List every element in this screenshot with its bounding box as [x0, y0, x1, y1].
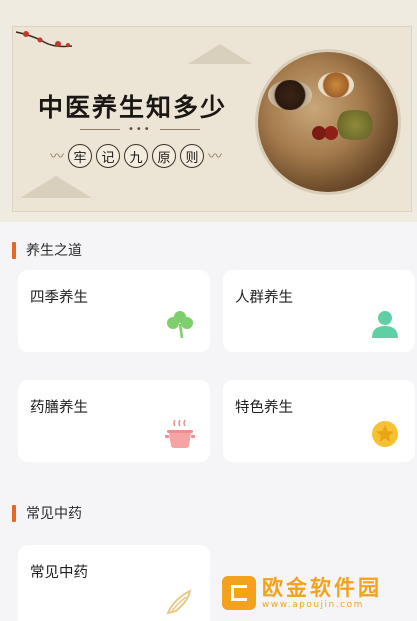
card-label: 药膳养生 — [30, 400, 88, 416]
pill-char: 九 — [124, 144, 148, 168]
card-common-herbs[interactable]: 常见中药 — [18, 545, 210, 621]
card-label: 常见中药 — [30, 565, 88, 581]
cloud-icon: 〰 — [208, 149, 222, 165]
star-badge-icon — [369, 418, 401, 450]
herb-bowl-image — [318, 72, 354, 98]
watermark-url: www.apoujin.com — [262, 600, 364, 610]
section-title: 常见中药 — [26, 506, 82, 522]
pill-char: 原 — [152, 144, 176, 168]
plum-branch-icon — [15, 31, 73, 48]
divider — [80, 129, 120, 130]
section-title: 养生之道 — [26, 243, 82, 259]
mountain-decoration — [20, 176, 92, 198]
card-label: 人群养生 — [235, 290, 293, 306]
pill-char: 记 — [96, 144, 120, 168]
cloud-icon: 〰 — [50, 149, 64, 165]
section-header: 养生之道 — [12, 240, 82, 260]
watermark: 欧金软件园 www.apoujin.com — [218, 570, 417, 621]
card-label: 特色养生 — [235, 400, 293, 416]
card-special[interactable]: 特色养生 — [223, 380, 415, 462]
section-header: 常见中药 — [12, 503, 82, 523]
card-groups[interactable]: 人群养生 — [223, 270, 415, 352]
divider — [160, 129, 200, 130]
principle-pills: 〰 牢 记 九 原 则 〰 — [50, 144, 222, 168]
watermark-logo-icon — [222, 576, 256, 610]
clover-icon — [164, 308, 196, 340]
card-four-seasons[interactable]: 四季养生 — [18, 270, 210, 352]
pill-char: 牢 — [68, 144, 92, 168]
section-accent-bar — [12, 504, 16, 522]
banner-title: 中医养生知多少 — [38, 93, 228, 122]
section-accent-bar — [12, 241, 16, 259]
mountain-decoration — [188, 44, 252, 64]
tea-bowl-image — [268, 80, 312, 110]
card-label: 四季养生 — [30, 290, 88, 306]
berries-image — [310, 125, 340, 141]
people-icon — [369, 308, 401, 340]
card-medicinal-diet[interactable]: 药膳养生 — [18, 380, 210, 462]
pot-icon — [164, 418, 196, 450]
pill-char: 则 — [180, 144, 204, 168]
hero-banner[interactable]: 中医养生知多少 ••• 〰 牢 记 九 原 则 〰 — [0, 0, 417, 222]
watermark-text: 欧金软件园 — [262, 576, 382, 600]
herb-slice-icon — [164, 585, 196, 617]
divider-dots: ••• — [128, 124, 152, 135]
